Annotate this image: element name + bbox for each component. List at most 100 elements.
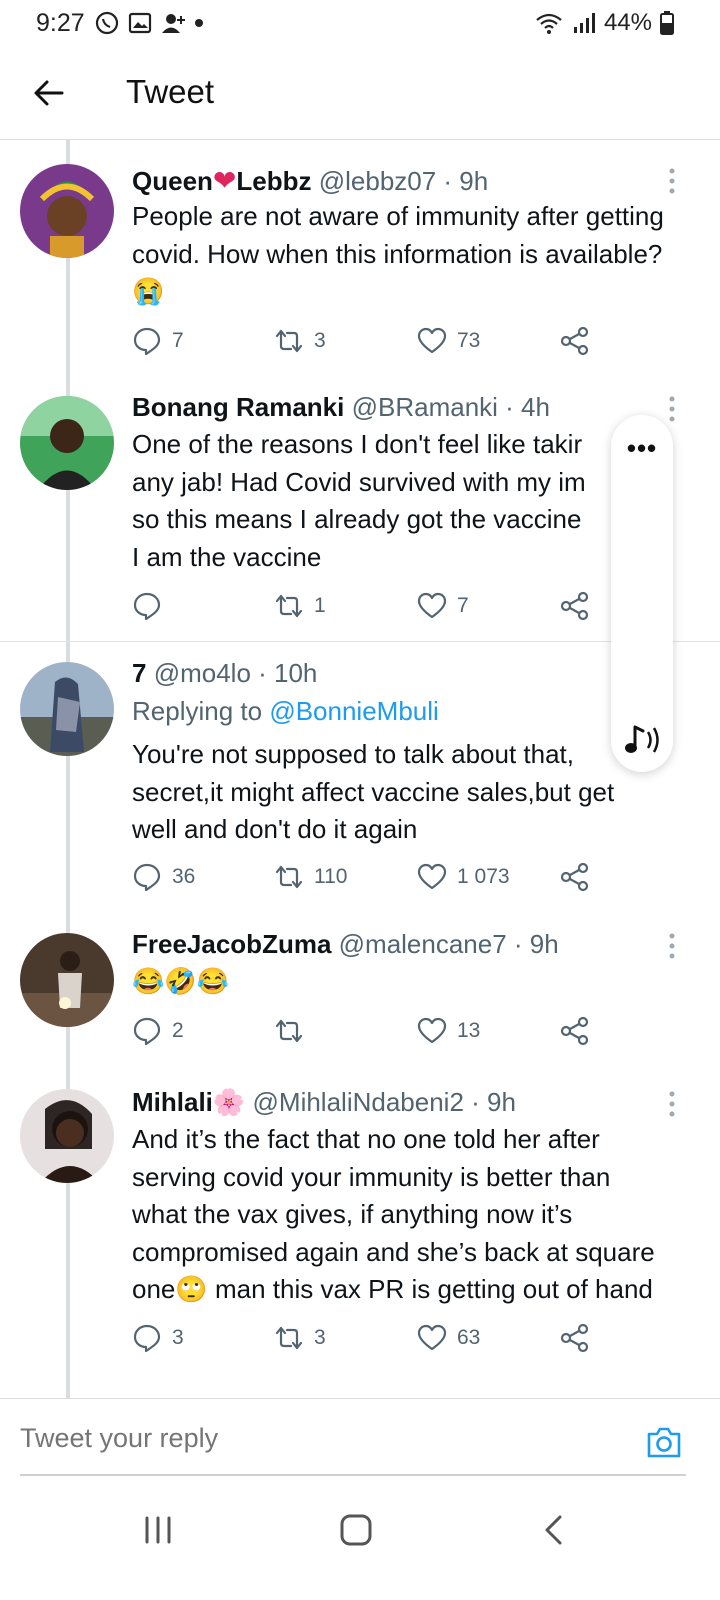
tweet-text-line: secret,it might affect vaccine sales,but… xyxy=(132,776,615,807)
retweet-icon xyxy=(275,594,303,618)
mention-link[interactable]: @BonnieMbuli xyxy=(269,696,438,726)
retweet-button[interactable]: 110 xyxy=(274,862,347,892)
notification-icons xyxy=(94,10,204,36)
avatar[interactable] xyxy=(20,164,114,258)
like-count: 73 xyxy=(457,329,481,352)
user-name[interactable]: Queen xyxy=(132,166,213,196)
handle-time: @lebbz07 · 9h xyxy=(318,166,489,196)
overlay-more-button[interactable]: ••• xyxy=(611,433,673,464)
home-icon[interactable] xyxy=(336,1512,376,1548)
avatar[interactable] xyxy=(20,933,114,1027)
reply-icon xyxy=(133,327,161,356)
like-button[interactable]: 7 xyxy=(417,591,469,621)
reply-count: 7 xyxy=(172,329,184,352)
tweet[interactable]: Queen❤Lebbz @lebbz07 · 9h People are not… xyxy=(0,160,700,370)
retweet-button[interactable] xyxy=(274,1016,314,1046)
camera-icon[interactable] xyxy=(645,1424,683,1460)
status-bar: 9:27 44% xyxy=(0,0,720,46)
reply-button[interactable] xyxy=(132,591,172,621)
heart-icon xyxy=(417,863,447,890)
whatsapp-icon xyxy=(95,11,119,35)
tweet-text: You're not supposed to talk about that, … xyxy=(132,736,692,849)
avatar[interactable] xyxy=(20,1089,114,1183)
retweet-button[interactable]: 3 xyxy=(274,326,326,356)
heart-icon xyxy=(417,592,447,619)
reply-button[interactable]: 3 xyxy=(132,1323,184,1353)
like-button[interactable]: 63 xyxy=(417,1323,480,1353)
user-name[interactable]: Bonang Ramanki xyxy=(132,392,344,422)
tweet-text: 😂🤣😂 xyxy=(132,966,230,996)
user-name-suffix[interactable]: Lebbz xyxy=(236,166,311,196)
tweet-text-line: You're not supposed to talk about that, xyxy=(132,739,574,769)
more-options-icon[interactable] xyxy=(662,394,682,424)
share-button[interactable] xyxy=(560,862,590,892)
recents-icon[interactable] xyxy=(138,1512,178,1548)
retweet-icon xyxy=(275,865,303,889)
share-icon xyxy=(560,1323,589,1353)
gallery-icon xyxy=(128,12,152,34)
like-count: 63 xyxy=(457,1326,481,1349)
like-button[interactable]: 1 073 xyxy=(417,862,510,892)
reply-button[interactable]: 36 xyxy=(132,862,195,892)
avatar[interactable] xyxy=(20,662,114,756)
reply-icon xyxy=(133,1324,161,1353)
retweet-button[interactable]: 3 xyxy=(274,1323,326,1353)
tweet[interactable]: Bonang Ramanki @BRamanki · 4h One of the… xyxy=(0,388,700,638)
share-button[interactable] xyxy=(560,1323,590,1353)
handle-time: @mo4lo · 10h xyxy=(153,658,318,688)
tweet-header: Queen❤Lebbz @lebbz07 · 9h xyxy=(132,164,488,197)
like-count: 7 xyxy=(457,594,469,617)
tweet[interactable]: FreeJacobZuma @malencane7 · 9h 😂🤣😂 2 13 xyxy=(0,925,700,1065)
page-title: Tweet xyxy=(126,73,215,110)
dot-icon xyxy=(195,19,203,27)
floating-overlay-panel[interactable]: ••• xyxy=(611,415,673,772)
handle-time: @MihlaliNdabeni2 · 9h xyxy=(252,1087,516,1117)
like-button[interactable]: 13 xyxy=(417,1016,480,1046)
tweet-actions: 1 7 xyxy=(132,591,612,625)
more-options-icon[interactable] xyxy=(662,1089,682,1119)
system-nav-bar xyxy=(0,1490,720,1600)
reply-button[interactable]: 2 xyxy=(132,1016,184,1046)
avatar[interactable] xyxy=(20,396,114,490)
more-options-icon[interactable] xyxy=(662,166,682,196)
signal-icon xyxy=(573,13,595,33)
reply-icon xyxy=(133,863,161,892)
tweet-text-line: any jab! Had Covid survived with my im xyxy=(132,466,586,497)
share-button[interactable] xyxy=(560,591,590,621)
retweet-count: 110 xyxy=(314,865,348,888)
share-button[interactable] xyxy=(560,1016,590,1046)
retweet-count: 3 xyxy=(314,329,326,352)
back-nav-icon[interactable] xyxy=(534,1512,574,1548)
speaker-music-icon[interactable] xyxy=(621,721,663,759)
retweet-button[interactable]: 1 xyxy=(274,591,326,621)
share-button[interactable] xyxy=(560,326,590,356)
more-options-icon[interactable] xyxy=(662,931,682,961)
tweet-text-line: I am the vaccine xyxy=(132,541,322,572)
user-name[interactable]: 7 xyxy=(132,658,146,688)
user-name[interactable]: FreeJacobZuma xyxy=(132,929,331,959)
contacts-icon xyxy=(162,14,185,33)
tweet[interactable]: 7 @mo4lo · 10h Replying to @BonnieMbuli … xyxy=(0,654,700,904)
replying-to: Replying to @BonnieMbuli xyxy=(132,696,439,727)
battery-percent: 44% xyxy=(603,9,652,36)
tweet[interactable]: Mihlali🌸 @MihlaliNdabeni2 · 9h And it’s … xyxy=(0,1083,700,1373)
tweet-actions: 36 110 1 073 xyxy=(132,862,612,896)
back-arrow-icon[interactable] xyxy=(32,76,66,110)
heart-emoji: ❤ xyxy=(212,165,237,196)
like-button[interactable]: 73 xyxy=(417,326,480,356)
wifi-icon xyxy=(536,13,562,34)
reply-underline xyxy=(20,1474,686,1476)
tweet-header: Bonang Ramanki @BRamanki · 4h xyxy=(132,392,550,423)
battery-icon xyxy=(660,11,674,35)
like-count: 1 073 xyxy=(457,865,510,888)
user-name[interactable]: Mihlali🌸 xyxy=(132,1087,245,1117)
system-icons: 44% xyxy=(534,9,674,37)
tweet-text: People are not aware of immunity after g… xyxy=(132,201,664,306)
tweet-text-line: so this means I already got the vaccine xyxy=(132,504,582,534)
reply-button[interactable]: 7 xyxy=(132,326,184,356)
share-icon xyxy=(560,862,589,892)
reply-input[interactable] xyxy=(20,1423,580,1454)
retweet-icon xyxy=(275,1326,303,1350)
heart-icon xyxy=(417,1017,447,1044)
replying-prefix: Replying to xyxy=(132,696,263,726)
